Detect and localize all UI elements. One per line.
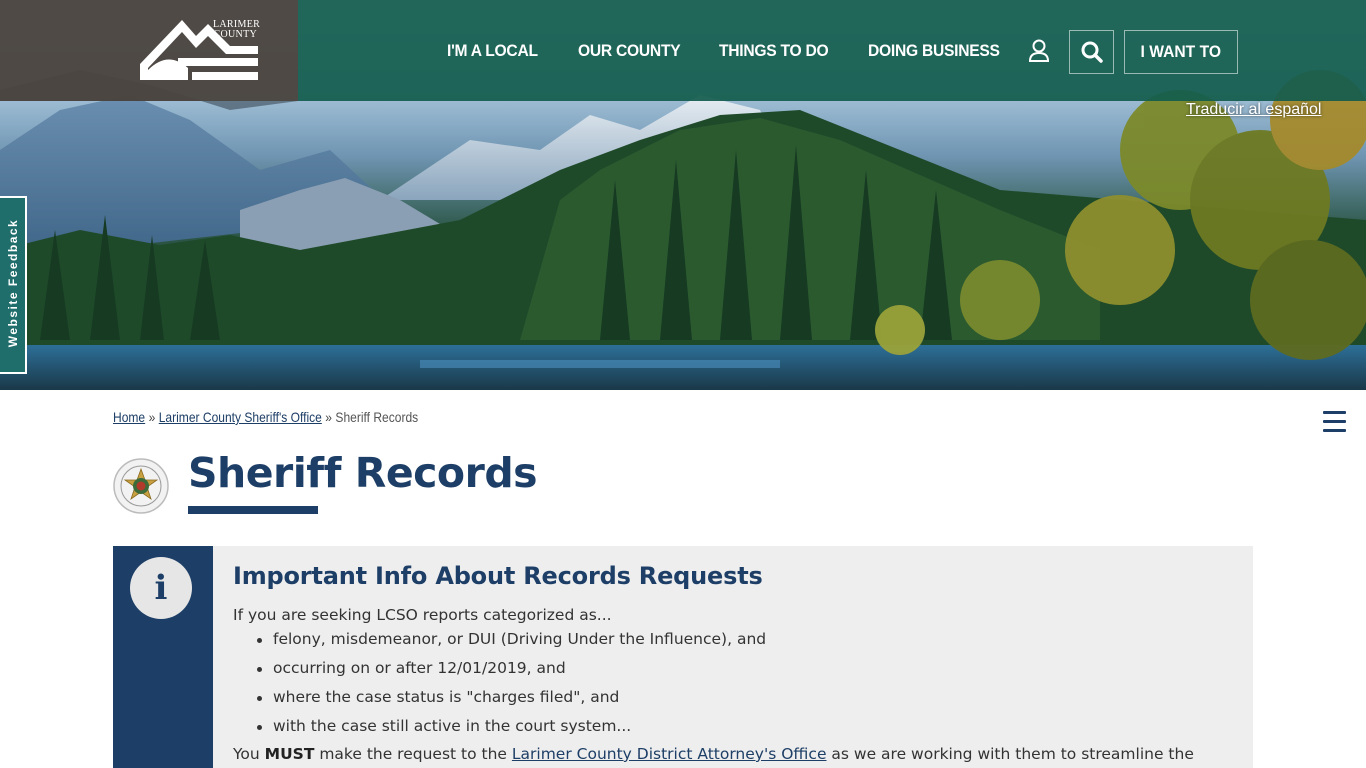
nav-things-to-do[interactable]: THINGS TO DO (719, 41, 829, 61)
instruction-emphasis: MUST (264, 745, 315, 763)
breadcrumb-current: Sheriff Records (335, 409, 419, 425)
breadcrumb-separator: » (148, 409, 156, 425)
breadcrumb-home-link[interactable]: Home (113, 409, 145, 425)
callout-heading: Important Info About Records Requests (233, 562, 763, 590)
callout-criteria-list: felony, misdemeanor, or DUI (Driving Und… (256, 630, 766, 746)
list-item: with the case still active in the court … (256, 717, 766, 746)
logo-line2: COUNTY (213, 29, 257, 40)
instruction-suffix: as we are working with them to streamlin… (826, 745, 1194, 763)
website-feedback-label: Website Feedback (6, 218, 20, 348)
website-feedback-tab[interactable]: Website Feedback (0, 196, 27, 374)
hamburger-menu-icon (1323, 411, 1346, 414)
i-want-to-label: I WANT TO (1140, 42, 1222, 61)
nav-doing-business[interactable]: DOING BUSINESS (868, 41, 1000, 61)
list-item: where the case status is "charges filed"… (256, 688, 766, 717)
title-underline (188, 506, 318, 514)
info-icon: i (130, 557, 192, 619)
nav-im-a-local[interactable]: I'M A LOCAL (447, 41, 538, 61)
account-button[interactable] (1027, 38, 1051, 64)
translate-link[interactable]: Traducir al español (1186, 101, 1321, 119)
search-button[interactable] (1069, 30, 1114, 74)
callout-intro: If you are seeking LCSO reports categori… (233, 606, 612, 624)
nav-our-county[interactable]: OUR COUNTY (578, 41, 681, 61)
i-want-to-button[interactable]: I WANT TO (1124, 30, 1238, 74)
list-item: occurring on or after 12/01/2019, and (256, 659, 766, 688)
logo-wordmark: LARIMER COUNTY (213, 20, 260, 40)
sheriff-badge-icon (113, 458, 169, 514)
list-item: felony, misdemeanor, or DUI (Driving Und… (256, 630, 766, 659)
hero-banner: LARIMER COUNTY I'M A LOCAL OUR COUNTY TH… (0, 0, 1366, 390)
instruction-prefix: You (233, 745, 265, 763)
search-icon (1081, 41, 1103, 63)
user-icon (1028, 39, 1050, 62)
page-title: Sheriff Records (188, 449, 538, 497)
instruction-middle: make the request to the (314, 745, 512, 763)
callout-instruction: You MUST make the request to the Larimer… (233, 745, 1194, 763)
logo-area[interactable]: LARIMER COUNTY (0, 0, 298, 101)
records-info-callout: i Important Info About Records Requests … (113, 546, 1253, 768)
breadcrumb: Home» Larimer County Sheriff's Office» She… (113, 409, 418, 425)
district-attorney-link[interactable]: Larimer County District Attorney's Offic… (512, 745, 827, 763)
hamburger-menu-button[interactable] (1323, 411, 1346, 432)
breadcrumb-separator: » (325, 409, 332, 425)
breadcrumb-sheriff-office-link[interactable]: Larimer County Sheriff's Office (159, 409, 322, 425)
page: LARIMER COUNTY I'M A LOCAL OUR COUNTY TH… (0, 0, 1366, 768)
callout-sidebar: i (113, 546, 213, 768)
